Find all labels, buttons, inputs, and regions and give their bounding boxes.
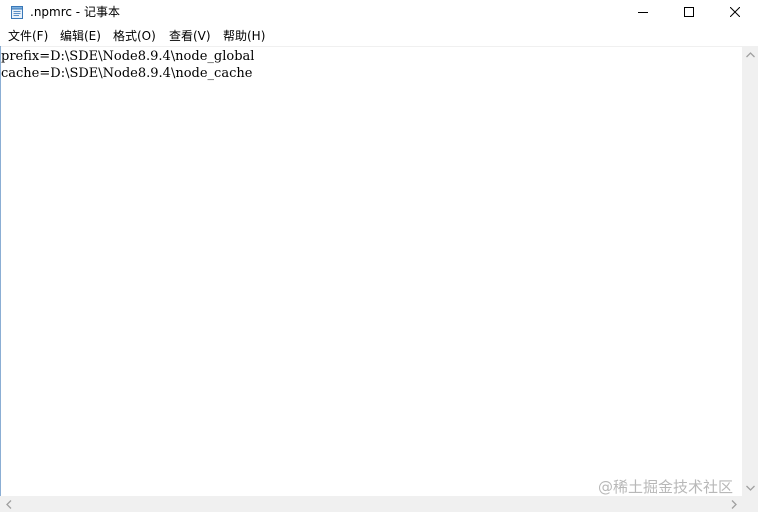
watermark: @稀土掘金技术社区: [598, 478, 734, 496]
notepad-window: .npmrc - 记事本 文件(F) 编辑(E) 格式(O) 查看(V) 帮助(…: [0, 0, 758, 512]
editor-line[interactable]: prefix=D:\SDE\Node8.9.4\node_global: [1, 49, 254, 65]
menu-help[interactable]: 帮助(H): [223, 26, 265, 46]
scroll-right-button[interactable]: [725, 496, 742, 512]
vertical-scrollbar[interactable]: [742, 46, 758, 496]
text-editor-area[interactable]: [0, 46, 742, 496]
menu-view[interactable]: 查看(V): [169, 26, 211, 46]
maximize-button[interactable]: [666, 0, 712, 24]
scroll-left-button[interactable]: [0, 496, 17, 512]
chevron-right-icon: [731, 499, 737, 509]
title-bar[interactable]: .npmrc - 记事本: [0, 0, 758, 24]
editor-left-border: [0, 46, 1, 512]
scroll-down-button[interactable]: [742, 479, 758, 496]
notepad-icon: [9, 4, 25, 20]
chevron-left-icon: [5, 499, 11, 509]
close-button[interactable]: [712, 0, 758, 24]
scrollbar-corner: [742, 496, 758, 512]
scroll-up-button[interactable]: [742, 46, 758, 63]
close-icon: [730, 7, 740, 17]
editor-line[interactable]: cache=D:\SDE\Node8.9.4\node_cache: [1, 66, 252, 82]
horizontal-scrollbar[interactable]: [0, 496, 742, 512]
maximize-icon: [684, 7, 694, 17]
menu-format[interactable]: 格式(O): [113, 26, 156, 46]
window-title: .npmrc - 记事本: [30, 5, 120, 19]
menu-file[interactable]: 文件(F): [8, 26, 48, 46]
chevron-down-icon: [745, 485, 755, 491]
minimize-icon: [638, 12, 648, 13]
menu-edit[interactable]: 编辑(E): [60, 26, 101, 46]
chevron-up-icon: [745, 51, 755, 57]
minimize-button[interactable]: [620, 0, 666, 24]
menu-bar: 文件(F) 编辑(E) 格式(O) 查看(V) 帮助(H): [0, 26, 758, 46]
